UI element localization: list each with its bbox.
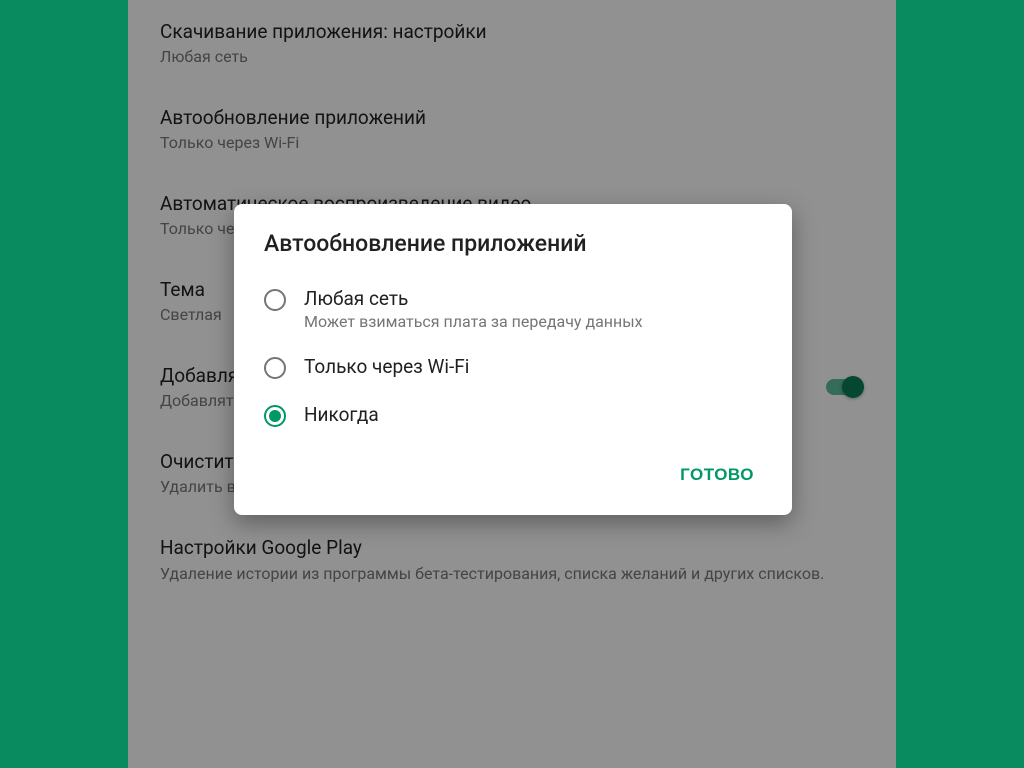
- auto-update-dialog: Автообновление приложений Любая сеть Мож…: [234, 204, 792, 515]
- radio-icon: [264, 357, 286, 379]
- radio-icon: [264, 405, 286, 427]
- option-never[interactable]: Никогда: [264, 391, 762, 439]
- option-any-network[interactable]: Любая сеть Может взиматься плата за пере…: [264, 275, 762, 343]
- option-wifi-only[interactable]: Только через Wi-Fi: [264, 343, 762, 391]
- dialog-options: Любая сеть Может взиматься плата за пере…: [234, 275, 792, 447]
- option-label: Никогда: [304, 403, 762, 426]
- option-sublabel: Может взиматься плата за передачу данных: [304, 312, 762, 331]
- dialog-actions: ГОТОВО: [234, 447, 792, 515]
- dialog-title: Автообновление приложений: [234, 204, 792, 275]
- done-button[interactable]: ГОТОВО: [666, 455, 768, 495]
- radio-icon: [264, 289, 286, 311]
- option-label: Только через Wi-Fi: [304, 355, 762, 378]
- option-label: Любая сеть: [304, 287, 762, 310]
